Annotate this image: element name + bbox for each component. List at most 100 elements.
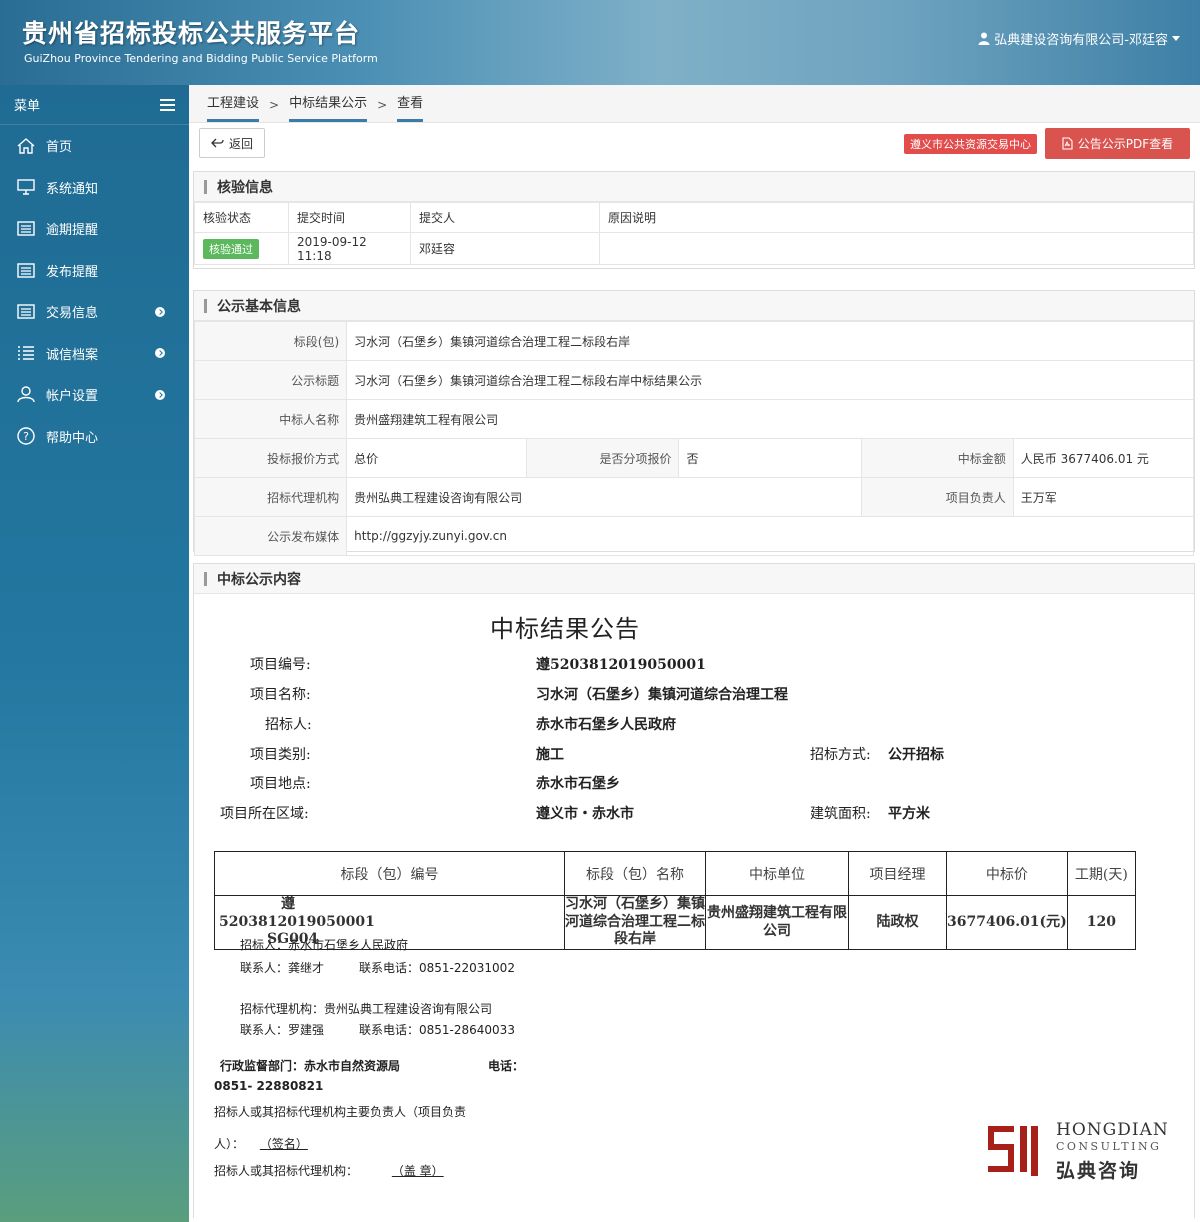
field-label: 中标人名称 [193,399,348,439]
sidebar-item-label: 帐户设置 [46,389,99,405]
field-value: 人民币 3677406.01 元 [1012,438,1195,478]
bid-section-no-line: 5203812019050001 [219,913,375,930]
tenderer-contact: 联系人：龚继才 [240,961,325,975]
responsible-line: 招标人或其招标代理机构主要负责人（项目负责 [214,1105,467,1119]
sidebar-item-label: 帮助中心 [46,430,99,446]
notice-content-panel: 中标公示内容 中标结果公告 项目编号: 遵5203812019050001 项目… [193,563,1195,1218]
field-label: 中标金额 [860,438,1014,478]
reason [599,232,1194,265]
hamburger-icon[interactable] [160,98,175,111]
list-icon [16,344,36,362]
column-header: 项目经理 [848,851,947,896]
pdf-view-label: 公告公示PDF查看 [1077,137,1174,151]
sidebar-item-notice[interactable]: 系统通知 [0,167,189,209]
project-no: 遵5203812019050001 [536,657,706,673]
field-value: 贵州盛翔建筑工程有限公司 [346,399,1194,439]
agency-phone: 联系电话：0851-28640033 [359,1023,515,1037]
hongdian-logo-mark [988,1126,1038,1176]
user-icon [978,32,990,45]
menu-header: 菜单 [0,85,189,125]
agency-contact: 联系人：罗建强 [240,1023,325,1037]
sidebar-item-publish[interactable]: 发布提醒 [0,250,189,292]
verify-table: 核验状态 提交时间 提交人 原因说明 核验通过 2019-09-12 11:18… [194,202,1194,265]
panel-title: 核验信息 [217,179,273,196]
bid-section-no-line: 遵 [281,896,295,913]
field-label: 公示发布媒体 [193,516,348,556]
hongdian-logo: HONGDIAN CONSULTING 弘典咨询 [984,1120,1174,1182]
bid-days: 120 [1066,895,1137,950]
chevron-right-icon [155,389,165,400]
column-header: 核验状态 [194,202,289,233]
field-value: 贵州弘典工程建设咨询有限公司 [346,477,862,517]
panel-header: 核验信息 [194,172,1194,202]
method-label: 招标方式: [810,747,871,763]
field-label: 项目负责人 [860,477,1014,517]
back-label: 返回 [228,136,253,151]
seal-field: （盖 章） [391,1164,444,1178]
submitter: 邓廷容 [410,232,600,265]
location-label: 项目地点: [250,776,311,792]
user-menu[interactable]: 弘典建设咨询有限公司-邓廷容 [978,29,1180,48]
back-button[interactable]: 返回 [199,128,265,158]
sidebar-item-help[interactable]: ? 帮助中心 [0,416,189,458]
column-header: 提交时间 [288,202,411,233]
sidebar-item-label: 发布提醒 [46,264,99,280]
basic-info-table: 标段(包) 习水河（石堡乡）集镇河道综合治理工程二标段右岸 公示标题 习水河（石… [193,321,1195,556]
panel-header: 公示基本信息 [194,291,1194,321]
sidebar-item-trade[interactable]: 交易信息 [0,291,189,333]
back-icon [211,138,224,148]
panel-header: 中标公示内容 [194,564,1194,594]
sidebar-item-home[interactable]: 首页 [0,125,189,167]
category-label: 项目类别: [250,747,311,763]
bid-manager: 陆政权 [848,895,947,950]
field-label: 投标报价方式 [193,438,348,478]
user-icon [16,386,36,404]
main-content: 工程建设 > 中标结果公示 > 查看 返回 遵义市公共资源交易中心 公告公示PD… [189,85,1200,1222]
chevron-right-icon [155,306,165,317]
field-value: 王万军 [1012,477,1195,517]
project-no-label: 项目编号: [250,657,311,673]
logo-text-en-sub: CONSULTING [1056,1140,1162,1153]
breadcrumb-item[interactable]: 中标结果公示 [289,92,368,122]
logo-text-cn: 弘典咨询 [1056,1160,1141,1182]
category: 施工 [536,747,564,763]
trading-center-button[interactable]: 遵义市公共资源交易中心 [904,134,1037,154]
sidebar-item-label: 系统通知 [46,181,99,197]
sidebar-item-overdue[interactable]: 逾期提醒 [0,208,189,250]
notice-document: 中标结果公告 项目编号: 遵5203812019050001 项目名称: 习水河… [194,595,1194,1215]
method: 公开招标 [888,747,944,763]
area: 平方米 [888,806,930,822]
breadcrumb-item[interactable]: 查看 [397,92,424,122]
area-label: 建筑面积: [810,806,871,822]
field-label: 公示标题 [193,360,348,400]
monitor-icon [16,178,36,196]
media-link[interactable]: http://ggzyjy.zunyi.gov.cn [346,516,1194,556]
sidebar-item-account[interactable]: 帐户设置 [0,374,189,416]
list-icon [16,220,36,238]
pdf-view-button[interactable]: 公告公示PDF查看 [1045,128,1190,159]
home-icon [16,137,36,155]
sidebar-item-label: 诚信档案 [46,347,99,363]
responsible-prefix: 人）： [214,1137,245,1151]
bid-winner: 贵州盛翔建筑工程有限公司 [705,895,849,950]
field-label: 招标代理机构 [193,477,348,517]
chevron-right-icon [155,348,165,359]
submit-time: 2019-09-12 11:18 [288,232,411,265]
breadcrumb-item[interactable]: 工程建设 [207,92,260,122]
breadcrumb: 工程建设 > 中标结果公示 > 查看 [189,85,1200,123]
sidebar-item-credit[interactable]: 诚信档案 [0,333,189,375]
org-seal-line: 招标人或其招标代理机构： （盖 章） [214,1162,444,1179]
tenderer-line: 招标人：赤水市石堡乡人民政府 [240,938,409,952]
sidebar-item-label: 首页 [46,140,73,156]
column-header: 原因说明 [599,202,1194,233]
column-header: 工期(天) [1066,851,1137,896]
list-icon [16,261,36,279]
notice-title: 中标结果公告 [490,615,640,643]
logo-text-en: HONGDIAN [1056,1120,1169,1140]
list-icon [16,303,36,321]
field-value: 总价 [346,438,528,478]
status-cell: 核验通过 [194,232,289,265]
basic-info-panel: 公示基本信息 标段(包) 习水河（石堡乡）集镇河道综合治理工程二标段右岸 公示标… [193,290,1195,556]
field-label: 标段(包) [193,321,348,361]
sidebar-item-label: 逾期提醒 [46,223,99,239]
